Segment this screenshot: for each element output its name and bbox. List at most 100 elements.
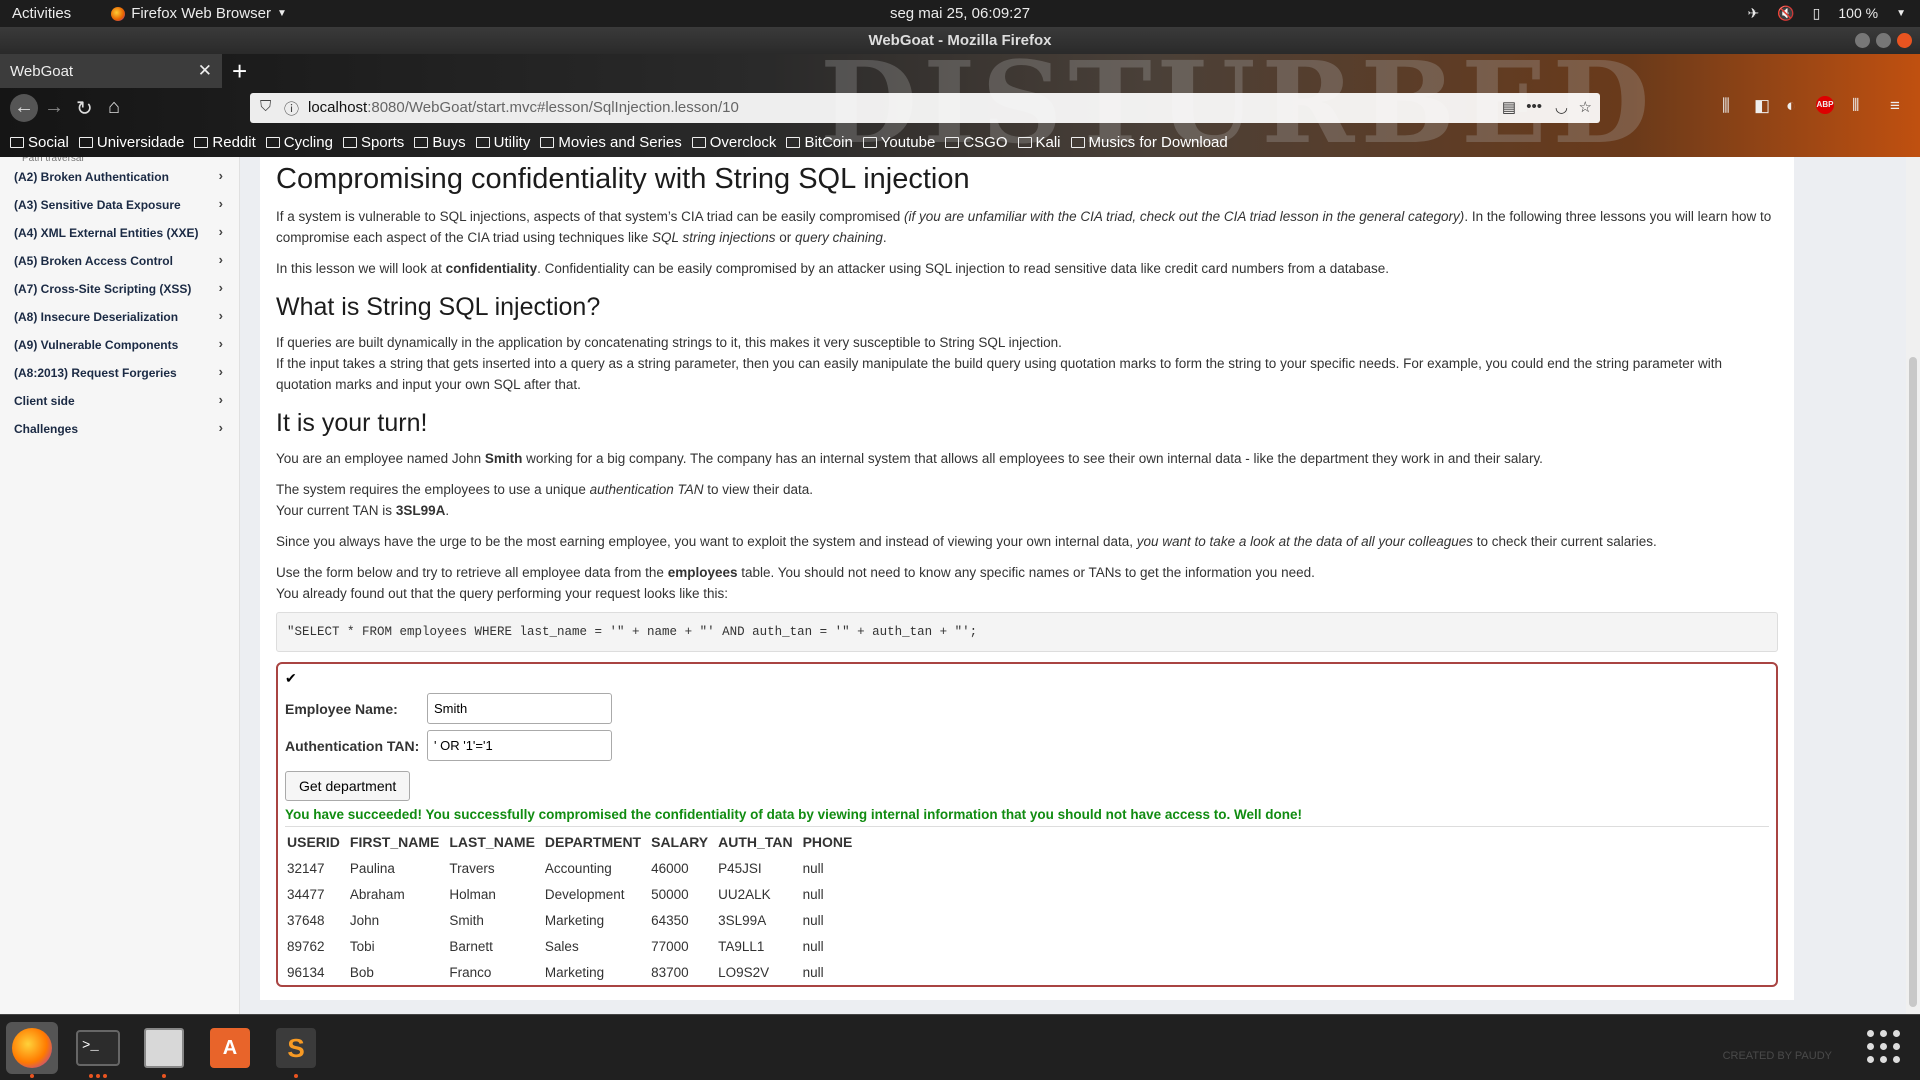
bookmark-folder[interactable]: Youtube bbox=[862, 134, 935, 151]
bookmark-folder[interactable]: CSGO bbox=[945, 134, 1008, 151]
folder-icon bbox=[78, 137, 93, 148]
airplane-icon: ✈ bbox=[1747, 5, 1760, 21]
table-cell: null bbox=[802, 861, 824, 876]
sidebar-item-label: (A8:2013) Request Forgeries bbox=[14, 366, 177, 380]
show-applications-button[interactable] bbox=[1867, 1030, 1900, 1063]
minimize-button[interactable] bbox=[1855, 33, 1870, 48]
bookmark-folder[interactable]: Overclock bbox=[691, 134, 776, 151]
sublime-icon: S bbox=[276, 1028, 316, 1068]
dock-software[interactable]: A bbox=[204, 1022, 256, 1074]
section-heading: It is your turn! bbox=[276, 409, 428, 437]
bookmark-folder[interactable]: Social bbox=[10, 134, 69, 151]
new-tab-button[interactable]: + bbox=[232, 56, 247, 87]
bookmark-folder[interactable]: Movies and Series bbox=[540, 134, 682, 151]
close-tab-icon[interactable]: ✕ bbox=[198, 61, 212, 81]
table-cell: null bbox=[802, 887, 824, 902]
close-window-button[interactable] bbox=[1897, 33, 1912, 48]
table-cell: null bbox=[802, 913, 824, 928]
table-row: 37648 John Smith Marketing 64350 3SL99A null bbox=[285, 908, 860, 934]
page-actions-icon[interactable]: ••• bbox=[1526, 98, 1542, 115]
bookmark-folder[interactable]: Musics for Download bbox=[1070, 134, 1228, 151]
table-cell: null bbox=[802, 965, 824, 980]
sidebar-item-label: (A4) XML External Entities (XXE) bbox=[14, 226, 199, 240]
sidebar-item[interactable]: (A5) Broken Access Control › bbox=[0, 247, 239, 275]
page-scrollbar[interactable] bbox=[1906, 157, 1920, 1014]
table-cell: John bbox=[349, 913, 380, 928]
tab-webgoat[interactable]: WebGoat ✕ bbox=[0, 54, 222, 88]
terminal-icon: >_ bbox=[76, 1030, 120, 1066]
extension-icon[interactable]: ◐ bbox=[1786, 96, 1796, 116]
table-row: 32147 Paulina Travers Accounting 46000 P45JSI… bbox=[285, 856, 860, 882]
chevron-right-icon: › bbox=[218, 280, 223, 295]
auth-tan-field[interactable] bbox=[427, 730, 612, 761]
intro-paragraph: If a system is vulnerable to SQL injecti… bbox=[276, 209, 1772, 245]
info-icon[interactable]: ⓘ bbox=[284, 98, 299, 119]
table-cell: Marketing bbox=[544, 913, 605, 928]
sidebar-item[interactable]: (A8) Insecure Deserialization › bbox=[0, 303, 239, 331]
folder-icon bbox=[194, 137, 209, 148]
column-header: PHONE bbox=[802, 834, 853, 850]
sidebar-item[interactable]: (A9) Vulnerable Components › bbox=[0, 331, 239, 359]
table-row: 89762 Tobi Barnett Sales 77000 TA9LL1 null bbox=[285, 934, 860, 960]
folder-icon bbox=[540, 137, 555, 148]
reload-button[interactable]: ↻ bbox=[76, 96, 93, 121]
system-tray[interactable]: ✈ 🔇 ▯ 100 % ▼ bbox=[1748, 5, 1907, 22]
sidebar-item[interactable]: (A7) Cross-Site Scripting (XSS) › bbox=[0, 275, 239, 303]
nav-toolbar: ← → ↻ ⌂ ⛉ ⓘ localhost:8080/WebGoat/start… bbox=[0, 88, 1920, 128]
library-icon[interactable]: ⫼ bbox=[1722, 96, 1730, 116]
bookmark-folder[interactable]: BitCoin bbox=[786, 134, 853, 151]
sidebar-item[interactable]: Client side › bbox=[0, 387, 239, 415]
wallpaper-watermark: CREATED BY PAUDY bbox=[1722, 1050, 1832, 1062]
table-cell: Barnett bbox=[449, 939, 493, 954]
checkmark-icon: ✔ bbox=[285, 670, 297, 686]
window-title: WebGoat - Mozilla Firefox bbox=[868, 32, 1052, 49]
shield-icon[interactable]: ⛉ bbox=[260, 98, 271, 115]
extension-icon[interactable]: ⦀ bbox=[1852, 96, 1859, 116]
clock[interactable]: seg mai 25, 06:09:27 bbox=[0, 5, 1920, 22]
reader-view-icon[interactable]: ▤ bbox=[1502, 98, 1516, 116]
maximize-button[interactable] bbox=[1876, 33, 1891, 48]
bookmark-folder[interactable]: Cycling bbox=[265, 134, 333, 151]
lesson-content: Compromising confidentiality with String… bbox=[260, 157, 1794, 1000]
forward-button[interactable]: → bbox=[44, 96, 64, 119]
bookmark-star-icon[interactable]: ☆ bbox=[1579, 98, 1592, 116]
scrollbar-thumb[interactable] bbox=[1909, 357, 1917, 1007]
dock-terminal[interactable]: >_ bbox=[72, 1022, 124, 1078]
menu-icon[interactable]: ≡ bbox=[1890, 96, 1900, 116]
chevron-right-icon: › bbox=[218, 364, 223, 379]
sidebar-item[interactable]: (A8:2013) Request Forgeries › bbox=[0, 359, 239, 387]
back-button[interactable]: ← bbox=[10, 94, 38, 122]
bookmark-folder[interactable]: Reddit bbox=[194, 134, 256, 151]
dock-firefox[interactable] bbox=[6, 1022, 58, 1078]
battery-label: 100 % bbox=[1838, 5, 1879, 21]
lesson-menu: Path traversal (A2) Broken Authenticatio… bbox=[0, 157, 240, 1014]
window-titlebar[interactable]: WebGoat - Mozilla Firefox bbox=[0, 27, 1920, 54]
firefox-icon bbox=[12, 1028, 52, 1068]
bookmark-folder[interactable]: Sports bbox=[342, 134, 404, 151]
folder-icon bbox=[1070, 137, 1085, 148]
dock-files[interactable] bbox=[138, 1022, 190, 1078]
bookmark-folder[interactable]: Universidade bbox=[78, 134, 184, 151]
sidebar-icon[interactable]: ◧ bbox=[1754, 96, 1770, 116]
bookmark-folder[interactable]: Kali bbox=[1017, 134, 1061, 151]
sidebar-item[interactable]: (A2) Broken Authentication › bbox=[0, 163, 239, 191]
adblock-icon[interactable]: ABP bbox=[1816, 96, 1834, 114]
pocket-icon[interactable]: ◡ bbox=[1555, 98, 1568, 116]
bookmark-folder[interactable]: Buys bbox=[414, 134, 466, 151]
folder-icon bbox=[414, 137, 429, 148]
table-cell: 46000 bbox=[651, 861, 689, 876]
table-cell: Franco bbox=[449, 965, 492, 980]
bookmark-folder[interactable]: Utility bbox=[475, 134, 530, 151]
dock-sublime[interactable]: S bbox=[270, 1022, 322, 1078]
goal-paragraph: Since you always have the urge to be the… bbox=[276, 534, 1657, 549]
home-button[interactable]: ⌂ bbox=[108, 96, 120, 119]
sidebar-item-label: (A5) Broken Access Control bbox=[14, 254, 173, 268]
sidebar-item[interactable]: (A4) XML External Entities (XXE) › bbox=[0, 219, 239, 247]
employee-name-field[interactable] bbox=[427, 693, 612, 724]
sidebar-item-label: Challenges bbox=[14, 422, 79, 436]
sidebar-item[interactable]: (A3) Sensitive Data Exposure › bbox=[0, 191, 239, 219]
shopping-bag-icon: A bbox=[210, 1028, 250, 1068]
url-bar[interactable]: ⛉ ⓘ localhost:8080/WebGoat/start.mvc#les… bbox=[250, 93, 1600, 123]
get-department-button[interactable]: Get department bbox=[285, 771, 411, 801]
sidebar-item[interactable]: Challenges › bbox=[0, 415, 239, 443]
